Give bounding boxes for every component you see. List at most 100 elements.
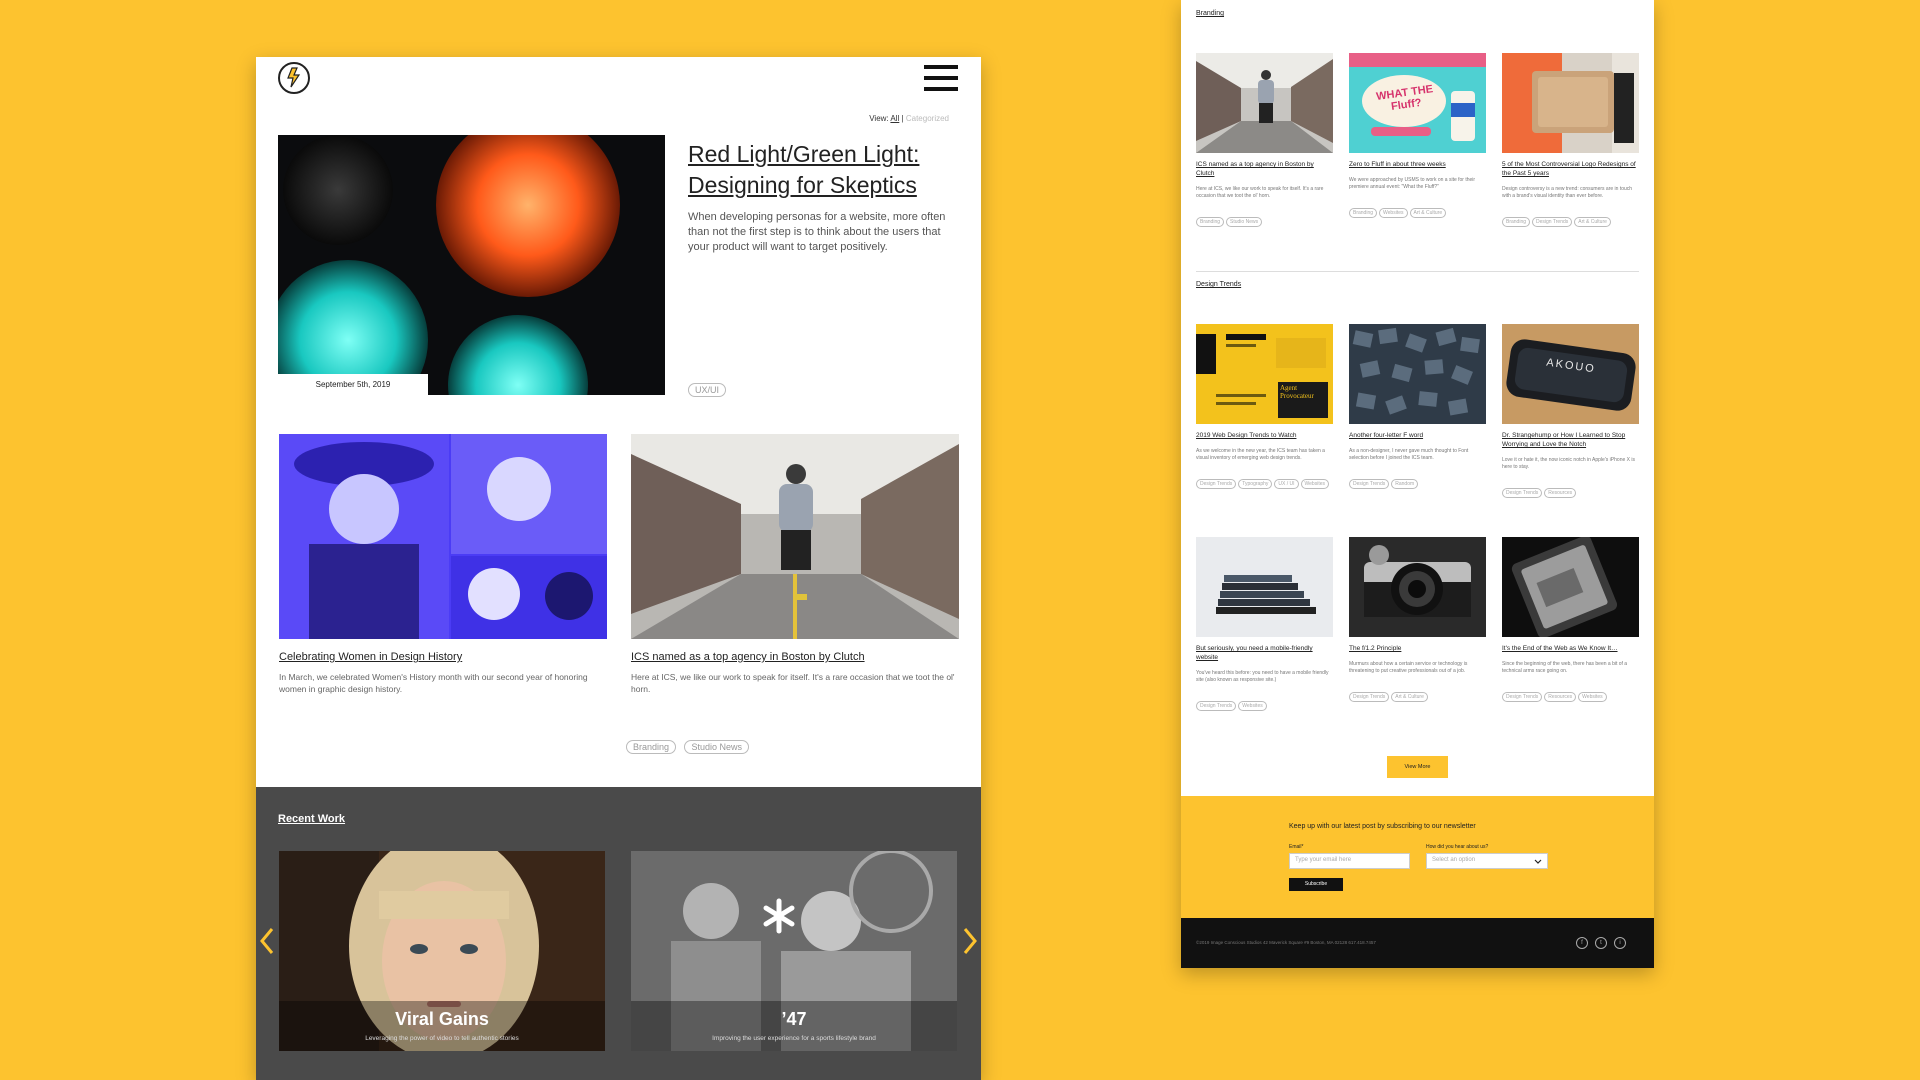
post-image-women-collage[interactable]	[279, 434, 607, 639]
tag[interactable]: Art & Culture	[1391, 692, 1428, 702]
tag[interactable]: Branding	[1196, 217, 1225, 227]
card-image-device-stack[interactable]	[1196, 537, 1333, 637]
tag-branding[interactable]: Branding	[626, 740, 677, 754]
twitter-icon[interactable]: t	[1595, 937, 1607, 949]
view-filter: View: All | Categorized	[869, 114, 949, 123]
email-field[interactable]: Type your email here	[1289, 853, 1410, 869]
post-title-link[interactable]: ICS named as a top agency in Boston by C…	[631, 651, 959, 663]
card-tags: Design Trends Resources	[1502, 481, 1639, 501]
tag[interactable]: Branding	[1502, 217, 1531, 227]
post-card[interactable]: WHAT THE Fluff? Zero to Fluff in about t…	[1349, 53, 1486, 221]
post-excerpt: Here at ICS, we like our work to speak f…	[631, 672, 955, 694]
tag[interactable]: Design Trends	[1502, 488, 1543, 498]
tag[interactable]: Design Trends	[1196, 479, 1237, 489]
card-image-fluff[interactable]: WHAT THE Fluff?	[1349, 53, 1486, 153]
email-label: Email*	[1289, 844, 1304, 850]
card-tags: Design Trends Random	[1349, 472, 1486, 492]
tag[interactable]: Resources	[1544, 692, 1577, 702]
tag[interactable]: Websites	[1379, 208, 1408, 218]
section-title-branding[interactable]: Branding	[1196, 10, 1224, 17]
recent-work-card[interactable]: Viral Gains Leveraging the power of vide…	[279, 851, 605, 1051]
card-title-link[interactable]: It's the End of the Web as We Know It…	[1502, 644, 1639, 653]
recent-work-desc: Improving the user experience for a spor…	[712, 1035, 876, 1042]
card-image-street-dancer[interactable]	[1196, 53, 1333, 153]
post-card[interactable]: The f/1.2 Principle Murmurs about how a …	[1349, 537, 1486, 705]
card-image-yellow-posters[interactable]: Agent Provocateur	[1196, 324, 1333, 424]
carousel-prev-arrow-icon[interactable]	[260, 927, 274, 955]
card-image-desk-notebook[interactable]	[1502, 53, 1639, 153]
card-image-camera[interactable]	[1349, 537, 1486, 637]
source-placeholder: Select an option	[1432, 857, 1476, 863]
section-divider	[1196, 271, 1639, 272]
source-label: How did you hear about us?	[1426, 844, 1489, 850]
view-separator: |	[901, 114, 904, 123]
hero-title-link[interactable]: Red Light/Green Light: Designing for Ske…	[688, 139, 948, 201]
recent-work-name: Viral Gains	[395, 1009, 489, 1029]
tag[interactable]: Websites	[1300, 479, 1329, 489]
tag[interactable]: Design Trends	[1532, 217, 1573, 227]
post-card[interactable]: It's the End of the Web as We Know It… S…	[1502, 537, 1639, 705]
view-all-link[interactable]: All	[890, 114, 899, 123]
ics-logo[interactable]	[278, 62, 310, 94]
hamburger-menu-icon[interactable]	[924, 65, 958, 93]
tag[interactable]: Branding	[1349, 208, 1378, 218]
recent-work-title[interactable]: Recent Work	[278, 813, 345, 825]
subscribe-button[interactable]: Subscribe	[1289, 878, 1343, 891]
tag[interactable]: Art & Culture	[1409, 208, 1447, 218]
card-image-tablet[interactable]	[1502, 537, 1639, 637]
tag-studio-news[interactable]: Studio News	[684, 740, 750, 754]
tag[interactable]: Resources	[1544, 488, 1577, 498]
post-image-street-dancer[interactable]	[631, 434, 959, 639]
post-card[interactable]: Celebrating Women in Design History In M…	[279, 434, 607, 695]
blog-page-all-view: View: All | Categorized September 5th, 2…	[256, 57, 981, 1080]
tag[interactable]: Websites	[1238, 701, 1267, 711]
post-card[interactable]: 5 of the Most Controversial Logo Redesig…	[1502, 53, 1639, 230]
card-title-link[interactable]: Dr. Strangehump or How I Learned to Stop…	[1502, 431, 1639, 449]
card-tags: Design Trends Websites	[1196, 694, 1333, 714]
post-card[interactable]: Another four-letter F word As a non-desi…	[1349, 324, 1486, 492]
chevron-down-icon	[1534, 859, 1542, 864]
hero-date: September 5th, 2019	[278, 374, 428, 396]
view-categorized-link[interactable]: Categorized	[906, 114, 949, 123]
card-title-link[interactable]: Another four-letter F word	[1349, 431, 1486, 440]
source-select[interactable]: Select an option	[1426, 853, 1548, 869]
blog-page-categorized-view: Branding ICS named as a top agency in Bo…	[1181, 0, 1654, 968]
hero-excerpt: When developing personas for a website, …	[688, 211, 946, 253]
card-title-link[interactable]: The f/1.2 Principle	[1349, 644, 1486, 653]
tag[interactable]: Studio News	[1226, 217, 1263, 227]
tag[interactable]: Websites	[1578, 692, 1607, 702]
card-image-letterpress-type[interactable]	[1349, 324, 1486, 424]
tag[interactable]: Typography	[1238, 479, 1273, 489]
recent-work-card[interactable]: ’47 Improving the user experience for a …	[631, 851, 957, 1051]
facebook-icon[interactable]: f	[1576, 937, 1588, 949]
card-title-link[interactable]: 2019 Web Design Trends to Watch	[1196, 431, 1333, 440]
recent-work-section: Recent Work Viral Gains Leveraging the p…	[256, 787, 981, 1080]
instagram-icon[interactable]: i	[1614, 937, 1626, 949]
tag-ux-ui[interactable]: UX/UI	[688, 383, 727, 397]
card-excerpt: As a non-designer, I never gave much tho…	[1349, 448, 1469, 461]
tag[interactable]: Design Trends	[1502, 692, 1543, 702]
view-more-button[interactable]: View More	[1387, 756, 1448, 778]
section-title-design-trends[interactable]: Design Trends	[1196, 281, 1241, 288]
card-title-link[interactable]: Zero to Fluff in about three weeks	[1349, 160, 1486, 169]
post-card[interactable]: ICS named as a top agency in Boston by C…	[1196, 53, 1333, 230]
tag[interactable]: UX / UI	[1274, 479, 1299, 489]
card-image-iphone-notch[interactable]: AKOUO	[1502, 324, 1639, 424]
hero-image-traffic-lights[interactable]	[278, 135, 665, 395]
card-title-link[interactable]: But seriously, you need a mobile-friendl…	[1196, 644, 1333, 662]
tag[interactable]: Design Trends	[1349, 692, 1390, 702]
card-title-link[interactable]: 5 of the Most Controversial Logo Redesig…	[1502, 160, 1639, 178]
tag[interactable]: Art & Culture	[1574, 217, 1611, 227]
tag[interactable]: Design Trends	[1196, 701, 1237, 711]
carousel-next-arrow-icon[interactable]	[963, 927, 977, 955]
post-title-link[interactable]: Celebrating Women in Design History	[279, 651, 607, 663]
tag[interactable]: Random	[1391, 479, 1419, 489]
post-card[interactable]: Agent Provocateur 2019 Web Design Trends…	[1196, 324, 1333, 492]
tag[interactable]: Design Trends	[1349, 479, 1390, 489]
post-card[interactable]: ICS named as a top agency in Boston by C…	[631, 434, 959, 695]
post-card[interactable]: AKOUO Dr. Strangehump or How I Learned t…	[1502, 324, 1639, 501]
recent-work-desc: Leveraging the power of video to tell au…	[365, 1035, 519, 1042]
post-card[interactable]: But seriously, you need a mobile-friendl…	[1196, 537, 1333, 714]
card-excerpt: Murmurs about how a certain service or t…	[1349, 661, 1468, 674]
card-title-link[interactable]: ICS named as a top agency in Boston by C…	[1196, 160, 1333, 178]
